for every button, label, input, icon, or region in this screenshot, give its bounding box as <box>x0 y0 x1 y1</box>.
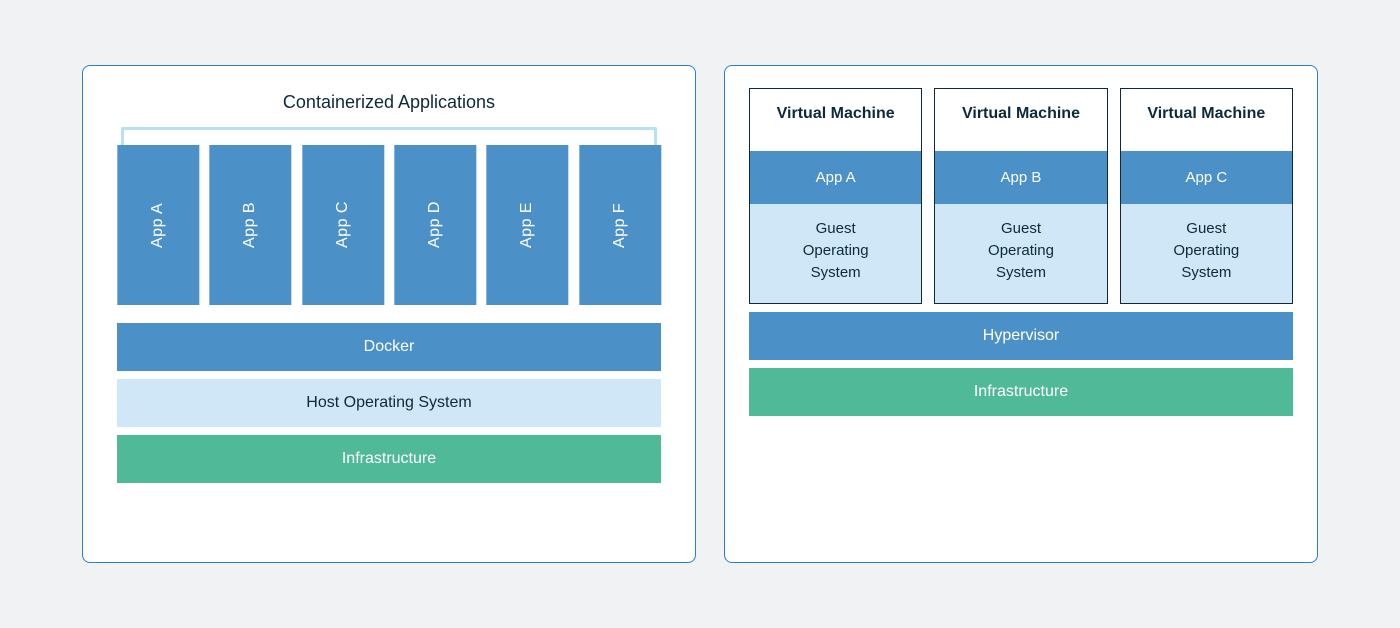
vm-row: Virtual Machine App A GuestOperatingSyst… <box>749 88 1293 304</box>
vm-box: Virtual Machine App C GuestOperatingSyst… <box>1120 88 1293 304</box>
vm-app: App A <box>750 151 921 204</box>
container-app: App A <box>117 145 199 305</box>
vm-title: Virtual Machine <box>1121 89 1292 151</box>
docker-layer: Docker <box>117 323 661 371</box>
hypervisor-layer: Hypervisor <box>749 312 1293 360</box>
infrastructure-layer: Infrastructure <box>117 435 661 483</box>
vm-guest-os: GuestOperatingSystem <box>935 204 1106 303</box>
containerized-apps-row: App A App B App C App D App E App F <box>117 145 661 305</box>
vm-title: Virtual Machine <box>935 89 1106 151</box>
container-app: App F <box>579 145 661 305</box>
vm-app: App B <box>935 151 1106 204</box>
infrastructure-layer: Infrastructure <box>749 368 1293 416</box>
container-app: App C <box>302 145 384 305</box>
containers-title: Containerized Applications <box>117 92 661 113</box>
vm-guest-os: GuestOperatingSystem <box>1121 204 1292 303</box>
container-app: App B <box>209 145 291 305</box>
container-app: App E <box>486 145 568 305</box>
apps-bracket <box>121 127 657 145</box>
container-app: App D <box>394 145 476 305</box>
containers-panel: Containerized Applications App A App B A… <box>82 65 696 563</box>
vm-app: App C <box>1121 151 1292 204</box>
vm-panel: Virtual Machine App A GuestOperatingSyst… <box>724 65 1318 563</box>
vm-title: Virtual Machine <box>750 89 921 151</box>
vm-box: Virtual Machine App A GuestOperatingSyst… <box>749 88 922 304</box>
vm-guest-os: GuestOperatingSystem <box>750 204 921 303</box>
host-os-layer: Host Operating System <box>117 379 661 427</box>
vm-box: Virtual Machine App B GuestOperatingSyst… <box>934 88 1107 304</box>
